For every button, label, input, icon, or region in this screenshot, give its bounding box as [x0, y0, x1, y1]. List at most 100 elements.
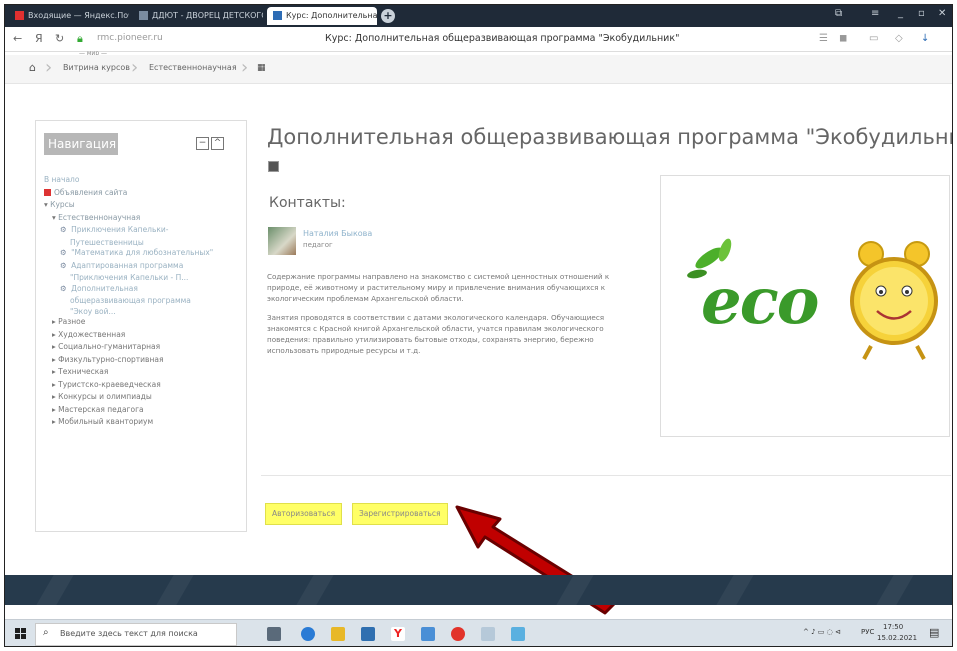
- register-button[interactable]: Зарегистрироваться: [352, 503, 448, 525]
- nav-item-label: Путешественницы: [70, 237, 144, 247]
- nav-item-label: Приключения Капельки-: [71, 225, 169, 234]
- chevron-right-icon: ›: [131, 57, 139, 78]
- store-icon[interactable]: [361, 627, 375, 641]
- course-image: eco: [660, 175, 950, 437]
- yandex-icon[interactable]: [451, 627, 465, 641]
- nav-item: "Приключения Капельки - П...: [70, 273, 188, 282]
- browser-tab-bar: Входящие — Яндекс.Почта ДДЮТ - ДВОРЕЦ ДЕ…: [5, 5, 952, 27]
- language-indicator[interactable]: РУС: [861, 628, 874, 636]
- tab-mail[interactable]: Входящие — Яндекс.Почта: [9, 7, 129, 25]
- nav-item-label: Социально-гуманитарная: [58, 342, 161, 351]
- yandex-browser-icon[interactable]: Y: [391, 627, 405, 641]
- nav-item: общеразвивающая программа: [70, 296, 191, 305]
- tab-ddut[interactable]: ДДЮТ - ДВОРЕЦ ДЕТСКОГО: [133, 7, 263, 25]
- forum-icon: [44, 189, 51, 196]
- taskbar-search-input[interactable]: ⌕ Введите здесь текст для поиска: [35, 623, 237, 646]
- home-icon[interactable]: ⌂: [29, 61, 36, 74]
- mail-icon: [15, 11, 24, 20]
- contacts-heading: Контакты:: [269, 195, 346, 211]
- nav-item[interactable]: ⚙ Адаптированная программа: [60, 261, 183, 270]
- course-icon[interactable]: ▦: [257, 63, 266, 73]
- moodle-icon: [273, 11, 282, 20]
- bookmarks-icon[interactable]: ⧉: [835, 8, 842, 19]
- reader-icon[interactable]: ☰: [819, 33, 828, 44]
- menu-icon[interactable]: ≡: [871, 8, 879, 19]
- page-title-bar: Курс: Дополнительная общеразвивающая про…: [325, 33, 680, 44]
- alarm-clock-icon: [850, 241, 938, 360]
- yandex-icon[interactable]: Я: [35, 32, 43, 45]
- nav-item-label: Конкурсы и олимпиады: [58, 392, 152, 401]
- app-icon[interactable]: [481, 627, 495, 641]
- paint-icon[interactable]: [511, 627, 525, 641]
- maximize-icon[interactable]: ▫: [918, 8, 925, 19]
- nav-item[interactable]: ▸ Мастерская педагога: [52, 405, 144, 414]
- nav-item-label: Мастерская педагога: [58, 404, 144, 414]
- back-icon[interactable]: ←: [13, 32, 22, 45]
- nav-item[interactable]: ⚙ Дополнительная: [60, 284, 138, 293]
- nav-item[interactable]: ▸ Туристско-краеведческая: [52, 380, 161, 389]
- clock-time[interactable]: 17:50: [883, 623, 903, 631]
- navigation-block: Навигация − ^ В начало Объявления сайта ▾ …: [35, 120, 247, 532]
- close-window-icon[interactable]: ✕: [938, 8, 946, 19]
- nav-item-label: Физкультурно-спортивная: [58, 354, 164, 364]
- nav-item[interactable]: ▾ Естественнонаучная: [52, 213, 140, 222]
- nav-item[interactable]: ▸ Социально-гуманитарная: [52, 342, 160, 351]
- breadcrumb-item[interactable]: Витрина курсов: [63, 63, 130, 72]
- download-icon[interactable]: ↓: [921, 33, 929, 44]
- nav-item: Путешественницы: [70, 238, 144, 247]
- nav-item[interactable]: ▸ Разное: [52, 317, 85, 326]
- clock-date[interactable]: 15.02.2021: [877, 634, 917, 642]
- chevron-right-icon: ›: [241, 57, 249, 78]
- windows-start-icon[interactable]: [15, 628, 26, 639]
- lock-icon: 🔒︎: [77, 32, 83, 45]
- nav-item[interactable]: ▾ Курсы: [44, 200, 75, 209]
- nav-item[interactable]: Объявления сайта: [44, 188, 127, 197]
- course-image-icon: [268, 161, 279, 172]
- navigation-title: Навигация: [44, 133, 118, 155]
- nav-item[interactable]: ▸ Мобильный кванториум: [52, 417, 153, 426]
- reload-icon[interactable]: ↻: [55, 32, 64, 45]
- course-description: Содержание программы направлено на знако…: [267, 272, 610, 303]
- nav-item[interactable]: ⚙ "Математика для любознательных": [60, 248, 213, 257]
- nav-item-label: Мобильный кванториум: [58, 417, 154, 426]
- nav-item-label: "Математика для любознательных": [71, 248, 214, 257]
- new-tab-button[interactable]: +: [381, 9, 395, 23]
- nav-item[interactable]: ▸ Техническая: [52, 367, 108, 376]
- edge-icon[interactable]: [301, 627, 315, 641]
- notifications-icon[interactable]: ▤: [929, 626, 939, 639]
- collapse-block-icon[interactable]: ^: [211, 137, 224, 150]
- extension-icon[interactable]: ▭: [869, 33, 878, 44]
- breadcrumb: ⌂ › Витрина курсов › Естественнонаучная …: [5, 55, 952, 84]
- nav-item[interactable]: ▸ Художественная: [52, 330, 125, 339]
- nav-item-label: общеразвивающая программа: [70, 296, 191, 305]
- task-view-icon[interactable]: [267, 627, 281, 641]
- minimize-icon[interactable]: _: [898, 8, 903, 19]
- url-field[interactable]: rmc.pioneer.ru: [97, 33, 163, 43]
- nav-item[interactable]: ⚙ Приключения Капельки-: [60, 225, 169, 234]
- screenshot-frame: Входящие — Яндекс.Почта ДДЮТ - ДВОРЕЦ ДЕ…: [4, 4, 953, 647]
- protect-icon[interactable]: ◇: [895, 33, 903, 44]
- nav-item-label: Художественная: [58, 329, 126, 339]
- address-bar: ← Я ↻ 🔒︎ rmc.pioneer.ru Курс: Дополнител…: [5, 27, 952, 52]
- breadcrumb-item[interactable]: Естественнонаучная: [149, 63, 237, 72]
- nav-item-label: Дополнительная: [71, 283, 138, 293]
- course-title: Дополнительная общеразвивающая программа…: [267, 125, 953, 149]
- file-explorer-icon[interactable]: [331, 627, 345, 641]
- nav-item-label: Туристско-краеведческая: [58, 379, 161, 389]
- teacher-role: педагог: [303, 241, 333, 249]
- divider: [261, 475, 951, 476]
- nav-item: "Экоу вой...: [70, 307, 116, 316]
- nav-item[interactable]: В начало: [44, 175, 79, 184]
- bookmark-icon[interactable]: ◼: [839, 33, 847, 44]
- tray-icons[interactable]: ^ ♪ ▭ ◌ ⊲: [803, 628, 841, 636]
- nav-item[interactable]: ▸ Физкультурно-спортивная: [52, 355, 163, 364]
- login-button[interactable]: Авторизоваться: [265, 503, 343, 525]
- teacher-name-link[interactable]: Наталия Быкова: [303, 229, 372, 238]
- nav-item-label: Адаптированная программа: [71, 260, 184, 270]
- nav-item[interactable]: ▸ Конкурсы и олимпиады: [52, 392, 152, 401]
- nav-item-label: "Экоу вой...: [70, 306, 116, 316]
- photos-icon[interactable]: [421, 627, 435, 641]
- tab-course[interactable]: Курс: Дополнительная✕: [267, 7, 377, 25]
- dock-block-icon[interactable]: −: [196, 137, 209, 150]
- course-gear-icon: ⚙: [60, 225, 70, 234]
